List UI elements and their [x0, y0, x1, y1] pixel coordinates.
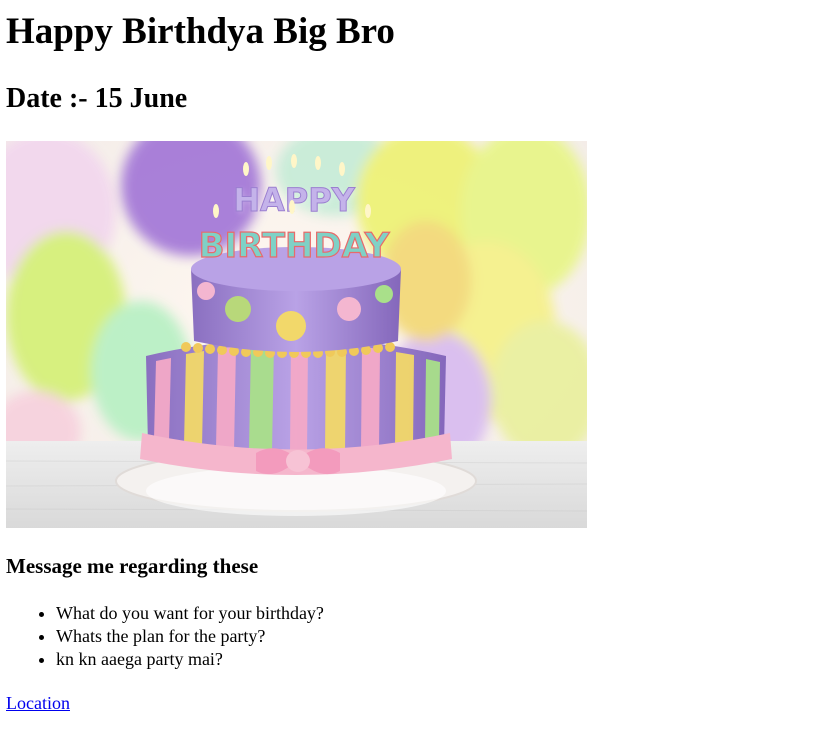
- page-title: Happy Birthdya Big Bro: [6, 11, 395, 52]
- location-link[interactable]: Location: [6, 692, 70, 714]
- list-item: kn kn aaega party mai?: [56, 648, 324, 671]
- question-list: What do you want for your birthday? What…: [6, 602, 324, 671]
- date-heading: Date :- 15 June: [6, 83, 188, 114]
- birthday-cake-image: HAPPY HAPPY BIRTHDAY: [6, 141, 587, 528]
- candle-text-birthday: BIRTHDAY: [199, 226, 390, 266]
- candle-text-happy: HAPPY: [233, 181, 355, 219]
- message-heading: Message me regarding these: [6, 554, 259, 578]
- list-item: What do you want for your birthday?: [56, 602, 324, 625]
- list-item: Whats the plan for the party?: [56, 625, 324, 648]
